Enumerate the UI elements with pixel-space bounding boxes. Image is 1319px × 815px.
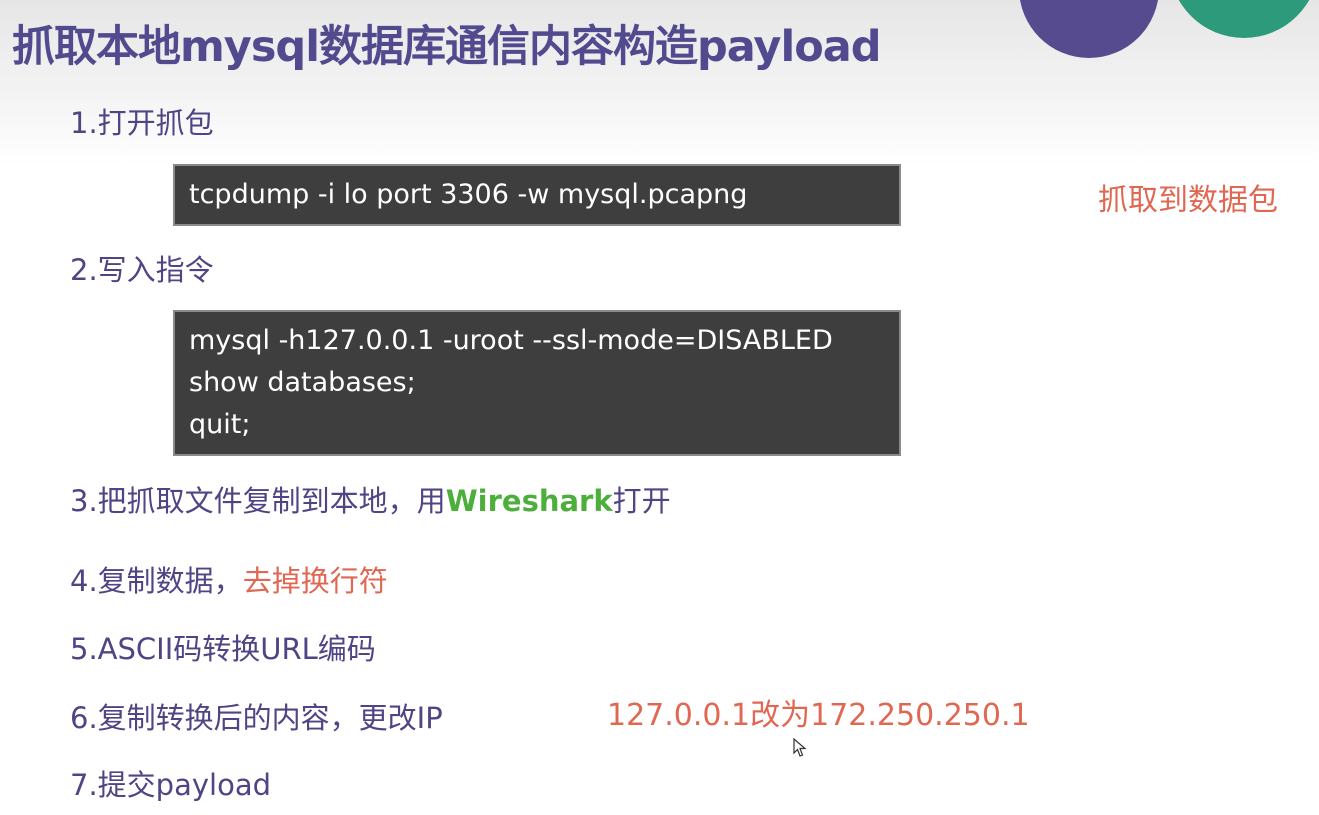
code-block-tcpdump: tcpdump -i lo port 3306 -w mysql.pcapng (173, 164, 901, 226)
code-block-mysql: mysql -h127.0.0.1 -uroot --ssl-mode=DISA… (173, 310, 901, 456)
step-7: 7.提交payload (70, 762, 271, 804)
mouse-pointer-icon (793, 738, 807, 757)
purple-shape (1019, 0, 1159, 58)
code-line: tcpdump -i lo port 3306 -w mysql.pcapng (189, 179, 748, 210)
step-2-text: 写入指令 (97, 253, 214, 287)
step-7-number: 7. (70, 768, 98, 802)
step-4: 4.复制数据，去掉换行符 (70, 558, 388, 600)
remove-newline-highlight: 去掉换行符 (242, 564, 388, 598)
step-3-text: 把抓取文件复制到本地，用 (97, 484, 446, 518)
step-4-text: 复制数据， (97, 564, 243, 598)
code-line: show databases; (189, 367, 416, 398)
step-3-number: 3. (70, 484, 98, 518)
step-1-number: 1. (70, 106, 98, 140)
step-5: 5.ASCII码转换URL编码 (70, 626, 376, 668)
step-1-text: 打开抓包 (97, 106, 214, 140)
step-1: 1.打开抓包 (70, 100, 214, 142)
note-capture: 抓取到数据包 (1098, 183, 1278, 218)
decorative-shapes (1019, 0, 1319, 70)
green-shape (1169, 0, 1319, 38)
step-2: 2.写入指令 (70, 247, 214, 289)
step-3-text-after: 打开 (612, 484, 671, 518)
step-5-number: 5. (70, 632, 98, 666)
note-ip-change: 127.0.0.1改为172.250.250.1 (607, 698, 1030, 733)
step-7-text: 提交payload (97, 768, 271, 802)
code-line: quit; (189, 409, 251, 440)
step-6-text: 复制转换后的内容，更改IP (97, 701, 443, 735)
wireshark-highlight: Wireshark (445, 484, 613, 518)
code-line: mysql -h127.0.0.1 -uroot --ssl-mode=DISA… (189, 325, 833, 356)
step-3: 3.把抓取文件复制到本地，用Wireshark打开 (70, 478, 671, 520)
step-5-text: ASCII码转换URL编码 (97, 632, 376, 666)
step-2-number: 2. (70, 253, 98, 287)
step-4-number: 4. (70, 564, 98, 598)
step-6-number: 6. (70, 701, 98, 735)
step-6: 6.复制转换后的内容，更改IP (70, 695, 443, 737)
slide-title: 抓取本地mysql数据库通信内容构造payload (12, 22, 882, 72)
